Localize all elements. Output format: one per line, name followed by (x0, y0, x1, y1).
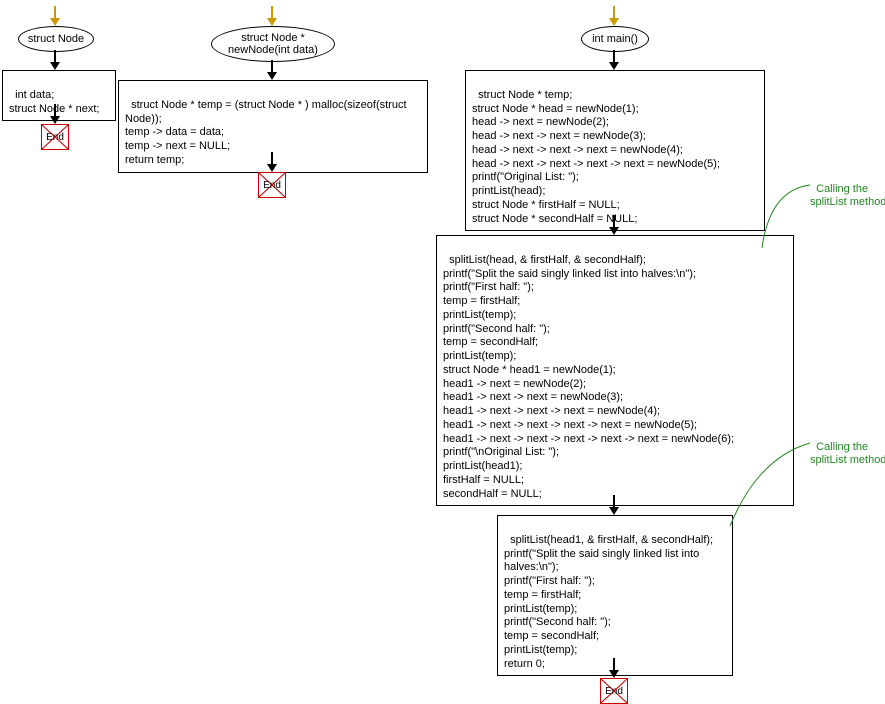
start-ellipse-1: struct Node (18, 26, 94, 52)
code-box-3b: splitList(head, & firstHalf, & secondHal… (436, 235, 794, 506)
connector-3b (613, 215, 615, 229)
start-ellipse-3: int main() (581, 26, 649, 52)
start-label-2: struct Node * newNode(int data) (228, 32, 318, 56)
start-ellipse-2: struct Node * newNode(int data) (211, 26, 335, 62)
end-text-1: End (46, 132, 64, 143)
code-box-1: int data; struct Node * next; (2, 70, 116, 121)
start-label-3: int main() (592, 33, 638, 45)
connector-3c (613, 495, 615, 509)
end-text-2: End (263, 180, 281, 191)
code-text-3b: splitList(head, & firstHalf, & secondHal… (443, 254, 734, 500)
annotation-text-1: Calling the splitList method (810, 183, 885, 208)
code-box-2: struct Node * temp = (struct Node * ) ma… (118, 80, 428, 173)
annotation-text-2: Calling the splitList method (810, 441, 885, 466)
end-text-3: End (605, 686, 623, 697)
connector-2b (271, 152, 273, 166)
code-box-3a: struct Node * temp; struct Node * head =… (465, 70, 765, 231)
start-label-1: struct Node (28, 33, 84, 45)
code-text-3c: splitList(head1, & firstHalf, & secondHa… (504, 534, 713, 670)
end-box-2: End (258, 172, 286, 198)
end-box-3: End (600, 678, 628, 704)
connector-1b (54, 104, 56, 118)
end-box-1: End (41, 124, 69, 150)
connector-1a (54, 50, 56, 64)
code-text-3a: struct Node * temp; struct Node * head =… (472, 89, 720, 225)
start-arrow-1 (54, 6, 56, 20)
connector-2a (271, 60, 273, 74)
start-arrow-2 (271, 6, 273, 20)
connector-3d (613, 658, 615, 672)
annotation-2: Calling the splitList method (810, 428, 885, 468)
start-arrow-3 (613, 6, 615, 20)
connector-3a (613, 50, 615, 64)
code-text-2: struct Node * temp = (struct Node * ) ma… (125, 99, 407, 166)
code-box-3c: splitList(head1, & firstHalf, & secondHa… (497, 515, 733, 676)
annotation-1: Calling the splitList method (810, 170, 885, 210)
